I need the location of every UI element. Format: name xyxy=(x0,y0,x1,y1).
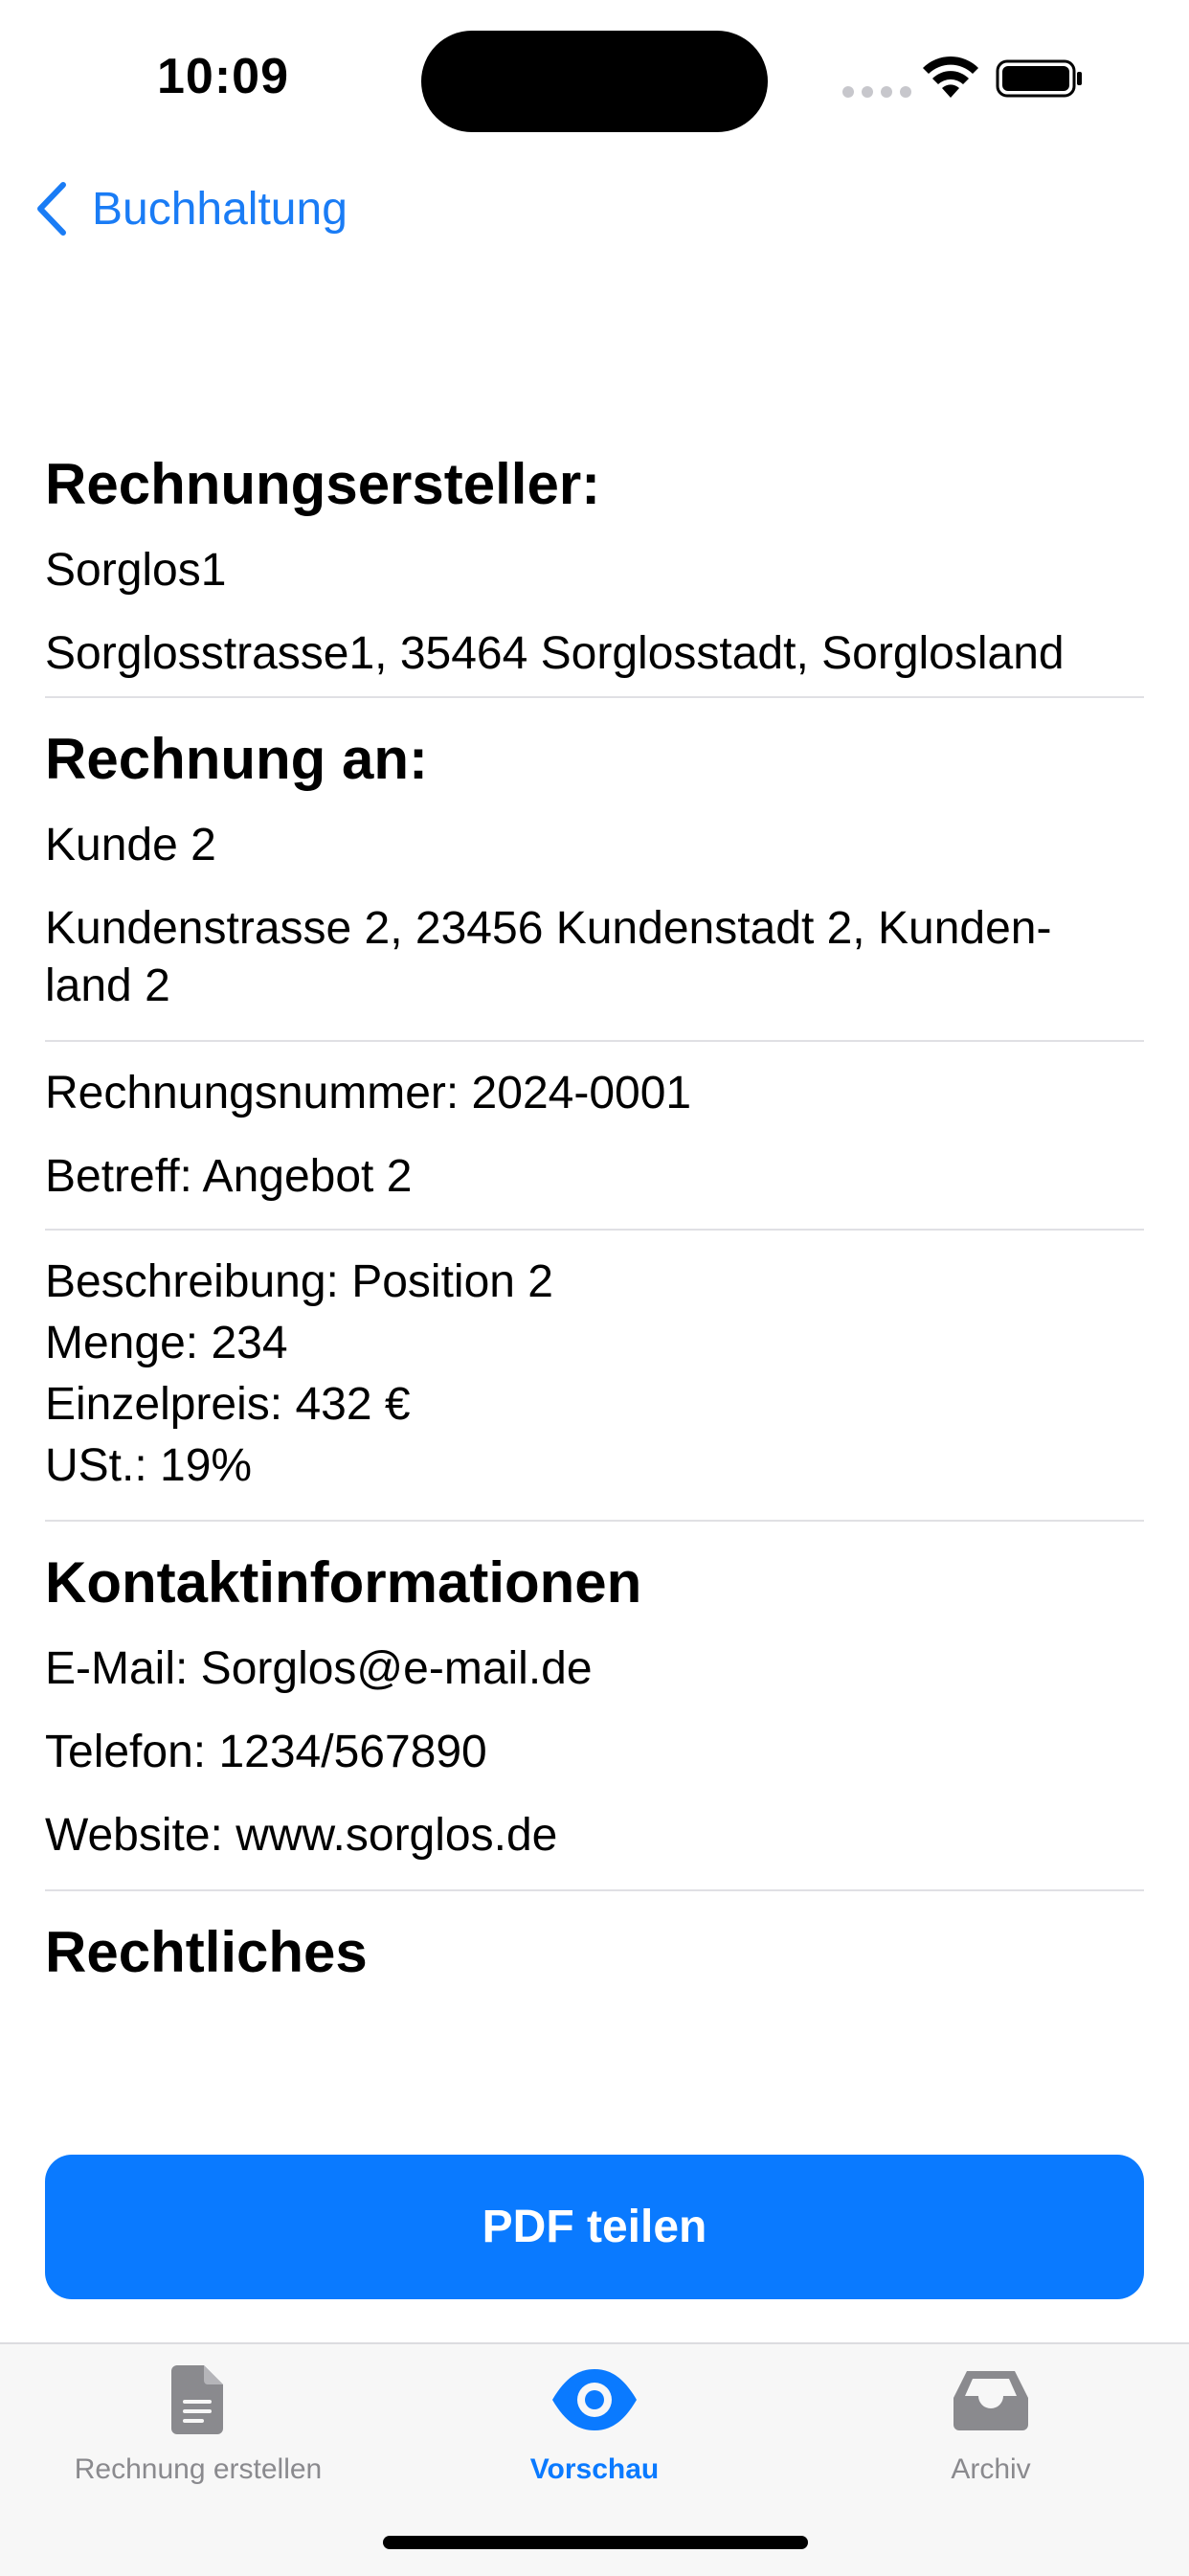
contact-email: E-Mail: Sorglos@e-mail.de xyxy=(45,1643,593,1694)
position-vat: USt.: 19% xyxy=(45,1440,253,1491)
legal-section: Rechtliches xyxy=(45,1891,1144,1987)
status-time: 10:09 xyxy=(157,49,289,104)
share-pdf-button-label: PDF teilen xyxy=(482,2202,707,2252)
cellular-signal-icon xyxy=(842,86,911,98)
back-button-label: Buchhaltung xyxy=(92,183,348,235)
battery-icon xyxy=(996,59,1082,98)
invoice-number: Rechnungsnummer: 2024-0001 xyxy=(45,1068,692,1119)
issuer-section: Rechnungsersteller: Sorglos1 Sorglosstra… xyxy=(45,450,1144,698)
chevron-left-icon xyxy=(37,182,66,236)
wifi-icon xyxy=(923,56,978,98)
tab-label: Archiv xyxy=(951,2453,1031,2485)
recipient-address-line1: Kundenstrasse 2, 23456 Kundenstadt 2, Ku… xyxy=(45,903,1052,954)
back-button[interactable]: Buchhaltung xyxy=(33,180,348,237)
invoice-preview: Rechnungsersteller: Sorglos1 Sorglosstra… xyxy=(45,450,1144,1987)
issuer-address: Sorglosstrasse1, 35464 Sorglosstadt, Sor… xyxy=(45,628,1065,679)
recipient-section: Rechnung an: Kunde 2 Kundenstrasse 2, 23… xyxy=(45,698,1144,1042)
contact-phone: Telefon: 1234/567890 xyxy=(45,1727,487,1777)
archive-tray-icon xyxy=(953,2371,1028,2430)
tab-label: Vorschau xyxy=(529,2453,660,2485)
share-pdf-button[interactable]: PDF teilen xyxy=(45,2155,1144,2299)
dynamic-island xyxy=(421,31,768,132)
tab-bar: Rechnung erstellen Vorschau Archiv xyxy=(0,2342,1189,2576)
invoice-subject: Betreff: Angebot 2 xyxy=(45,1151,413,1202)
legal-heading: Rechtliches xyxy=(45,1920,368,1984)
issuer-heading: Rechnungsersteller: xyxy=(45,452,601,516)
position-section: Beschreibung: Position 2 Menge: 234 Einz… xyxy=(45,1231,1144,1522)
position-quantity: Menge: 234 xyxy=(45,1318,288,1368)
document-icon xyxy=(171,2365,223,2434)
status-bar: 10:09 xyxy=(0,0,1189,144)
tab-vorschau[interactable]: Vorschau xyxy=(396,2363,793,2486)
recipient-name: Kunde 2 xyxy=(45,820,216,870)
contact-heading: Kontaktinformationen xyxy=(45,1550,642,1615)
position-description: Beschreibung: Position 2 xyxy=(45,1256,553,1307)
contact-website: Website: www.sorglos.de xyxy=(45,1810,558,1861)
tab-archiv[interactable]: Archiv xyxy=(793,2363,1189,2486)
contact-section: Kontaktinformationen E-Mail: Sorglos@e-m… xyxy=(45,1522,1144,1891)
invoice-meta-section: Rechnungsnummer: 2024-0001 Betreff: Ange… xyxy=(45,1042,1144,1231)
tab-label: Rechnung erstellen xyxy=(74,2453,323,2485)
recipient-address-line2: land 2 xyxy=(45,960,170,1011)
recipient-heading: Rechnung an: xyxy=(45,727,428,791)
issuer-name: Sorglos1 xyxy=(45,545,227,596)
position-unit-price: Einzelpreis: 432 € xyxy=(45,1379,411,1430)
eye-icon xyxy=(552,2369,637,2430)
home-indicator xyxy=(383,2536,808,2549)
tab-rechnung-erstellen[interactable]: Rechnung erstellen xyxy=(0,2363,396,2486)
